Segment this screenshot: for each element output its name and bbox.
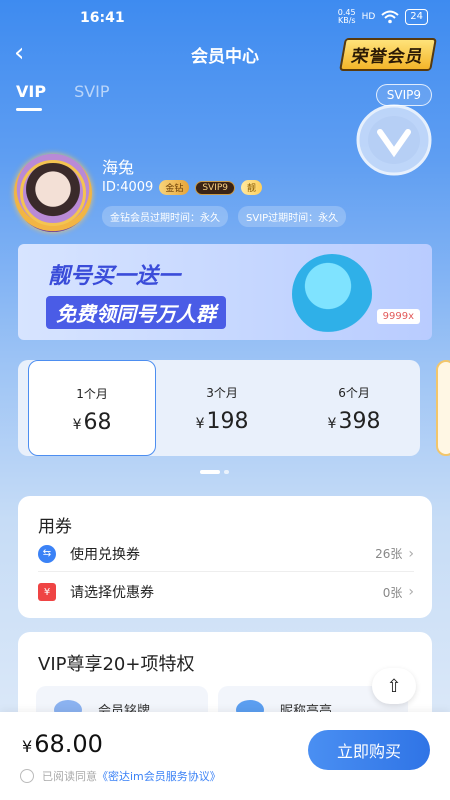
ticket-icon: ¥: [38, 583, 56, 601]
exchange-coupon-count: 26张: [375, 547, 403, 561]
plan-price: ¥398: [288, 409, 420, 434]
discount-coupon-count: 0张: [382, 585, 403, 600]
battery-icon: 24: [405, 9, 428, 25]
carousel-indicator: [200, 470, 229, 474]
banner-headline: 靓号买一送一: [48, 264, 181, 289]
gold-diamond-badge: 金钻: [159, 180, 190, 195]
currency-symbol: ¥: [22, 737, 33, 756]
avatar[interactable]: [14, 154, 92, 232]
signal-label: HD: [361, 12, 376, 22]
coupon-card: 用券 ⇆ 使用兑换券 26张 › ¥ 请选择优惠券 0张 ›: [18, 496, 432, 618]
currency-symbol: ¥: [195, 416, 205, 432]
plan-duration: 6个月: [338, 386, 370, 400]
agree-checkbox[interactable]: [20, 769, 34, 783]
plan-price-value: 198: [206, 409, 249, 434]
bottom-bar: ¥68.00 立即购买 已阅读同意 《密达im会员服务协议》: [0, 712, 450, 800]
total-price-value: 68.00: [34, 730, 103, 758]
gold-expire-chip: 金钻会员过期时间：永久: [102, 206, 228, 227]
plan-option-more[interactable]: [436, 360, 450, 456]
chevron-right-icon: ›: [408, 584, 414, 600]
plan-selector: 1个月 ¥68 3个月 ¥198 6个月 ¥398: [18, 360, 420, 456]
exchange-icon: ⇆: [38, 544, 56, 563]
vip-coin-icon: [356, 104, 432, 176]
plan-option-3-months[interactable]: 3个月 ¥198: [156, 360, 288, 456]
chevron-right-icon: ›: [408, 545, 414, 562]
plan-duration: 3个月: [206, 386, 238, 400]
honor-member-badge: 荣誉会员: [339, 38, 437, 71]
total-price: ¥68.00: [22, 730, 103, 758]
plan-price-value: 398: [338, 409, 381, 434]
tab-vip[interactable]: VIP: [16, 82, 46, 111]
wifi-icon: [381, 10, 399, 24]
plan-price-value: 68: [83, 410, 112, 435]
agree-text: 已阅读同意: [42, 770, 97, 783]
promo-banner[interactable]: 靓号买一送一 免费领同号万人群 9999x: [18, 244, 432, 340]
plan-price: ¥68: [29, 410, 155, 435]
plan-option-6-months[interactable]: 6个月 ¥398: [288, 360, 420, 456]
user-id: ID:4009: [102, 180, 154, 195]
discount-coupon-label: 请选择优惠券: [70, 585, 154, 601]
pretty-number-badge: 靓: [241, 180, 263, 195]
tab-svip[interactable]: SVIP: [74, 82, 109, 111]
banner-subline: 免费领同号万人群: [46, 296, 226, 329]
currency-symbol: ¥: [327, 416, 337, 432]
agreement-link[interactable]: 《密达im会员服务协议》: [97, 768, 221, 784]
mascot-illustration: [292, 254, 372, 334]
coupon-title: 用券: [38, 517, 72, 537]
exchange-coupon-row[interactable]: ⇆ 使用兑换券 26张 ›: [38, 536, 414, 572]
header: ‹ 会员中心 荣誉会员: [0, 36, 450, 72]
privilege-title: VIP尊享20+项特权: [38, 654, 195, 675]
carousel-dot-active: [200, 470, 220, 474]
user-id-row: ID:4009 金钻 SVIP9 靓: [102, 180, 263, 195]
agreement-row: 已阅读同意 《密达im会员服务协议》: [20, 768, 221, 784]
net-speed-unit: KB/s: [337, 16, 356, 25]
net-speed: 0.45 KB/s: [338, 9, 356, 25]
status-indicators: 0.45 KB/s HD 24: [338, 9, 428, 25]
svip-badge: SVIP9: [195, 180, 236, 195]
status-time: 16:41: [80, 10, 125, 26]
discount-coupon-row[interactable]: ¥ 请选择优惠券 0张 ›: [38, 574, 414, 610]
status-bar: 16:41 0.45 KB/s HD 24: [0, 0, 450, 36]
expire-row: 金钻会员过期时间：永久 SVIP过期时间：永久: [102, 206, 347, 227]
plan-option-1-month[interactable]: 1个月 ¥68: [28, 360, 157, 456]
plan-price: ¥198: [156, 409, 288, 434]
banner-tag: 9999x: [376, 309, 420, 324]
user-name: 海兔: [102, 158, 135, 177]
currency-symbol: ¥: [72, 417, 82, 433]
scroll-to-top-icon[interactable]: ⇧: [372, 668, 416, 704]
buy-now-button[interactable]: 立即购买: [308, 730, 430, 770]
carousel-dot: [224, 470, 229, 474]
svip-expire-chip: SVIP过期时间：永久: [238, 206, 347, 227]
exchange-coupon-label: 使用兑换券: [70, 546, 140, 563]
tab-bar: VIP SVIP: [16, 82, 110, 111]
plan-duration: 1个月: [76, 387, 108, 401]
